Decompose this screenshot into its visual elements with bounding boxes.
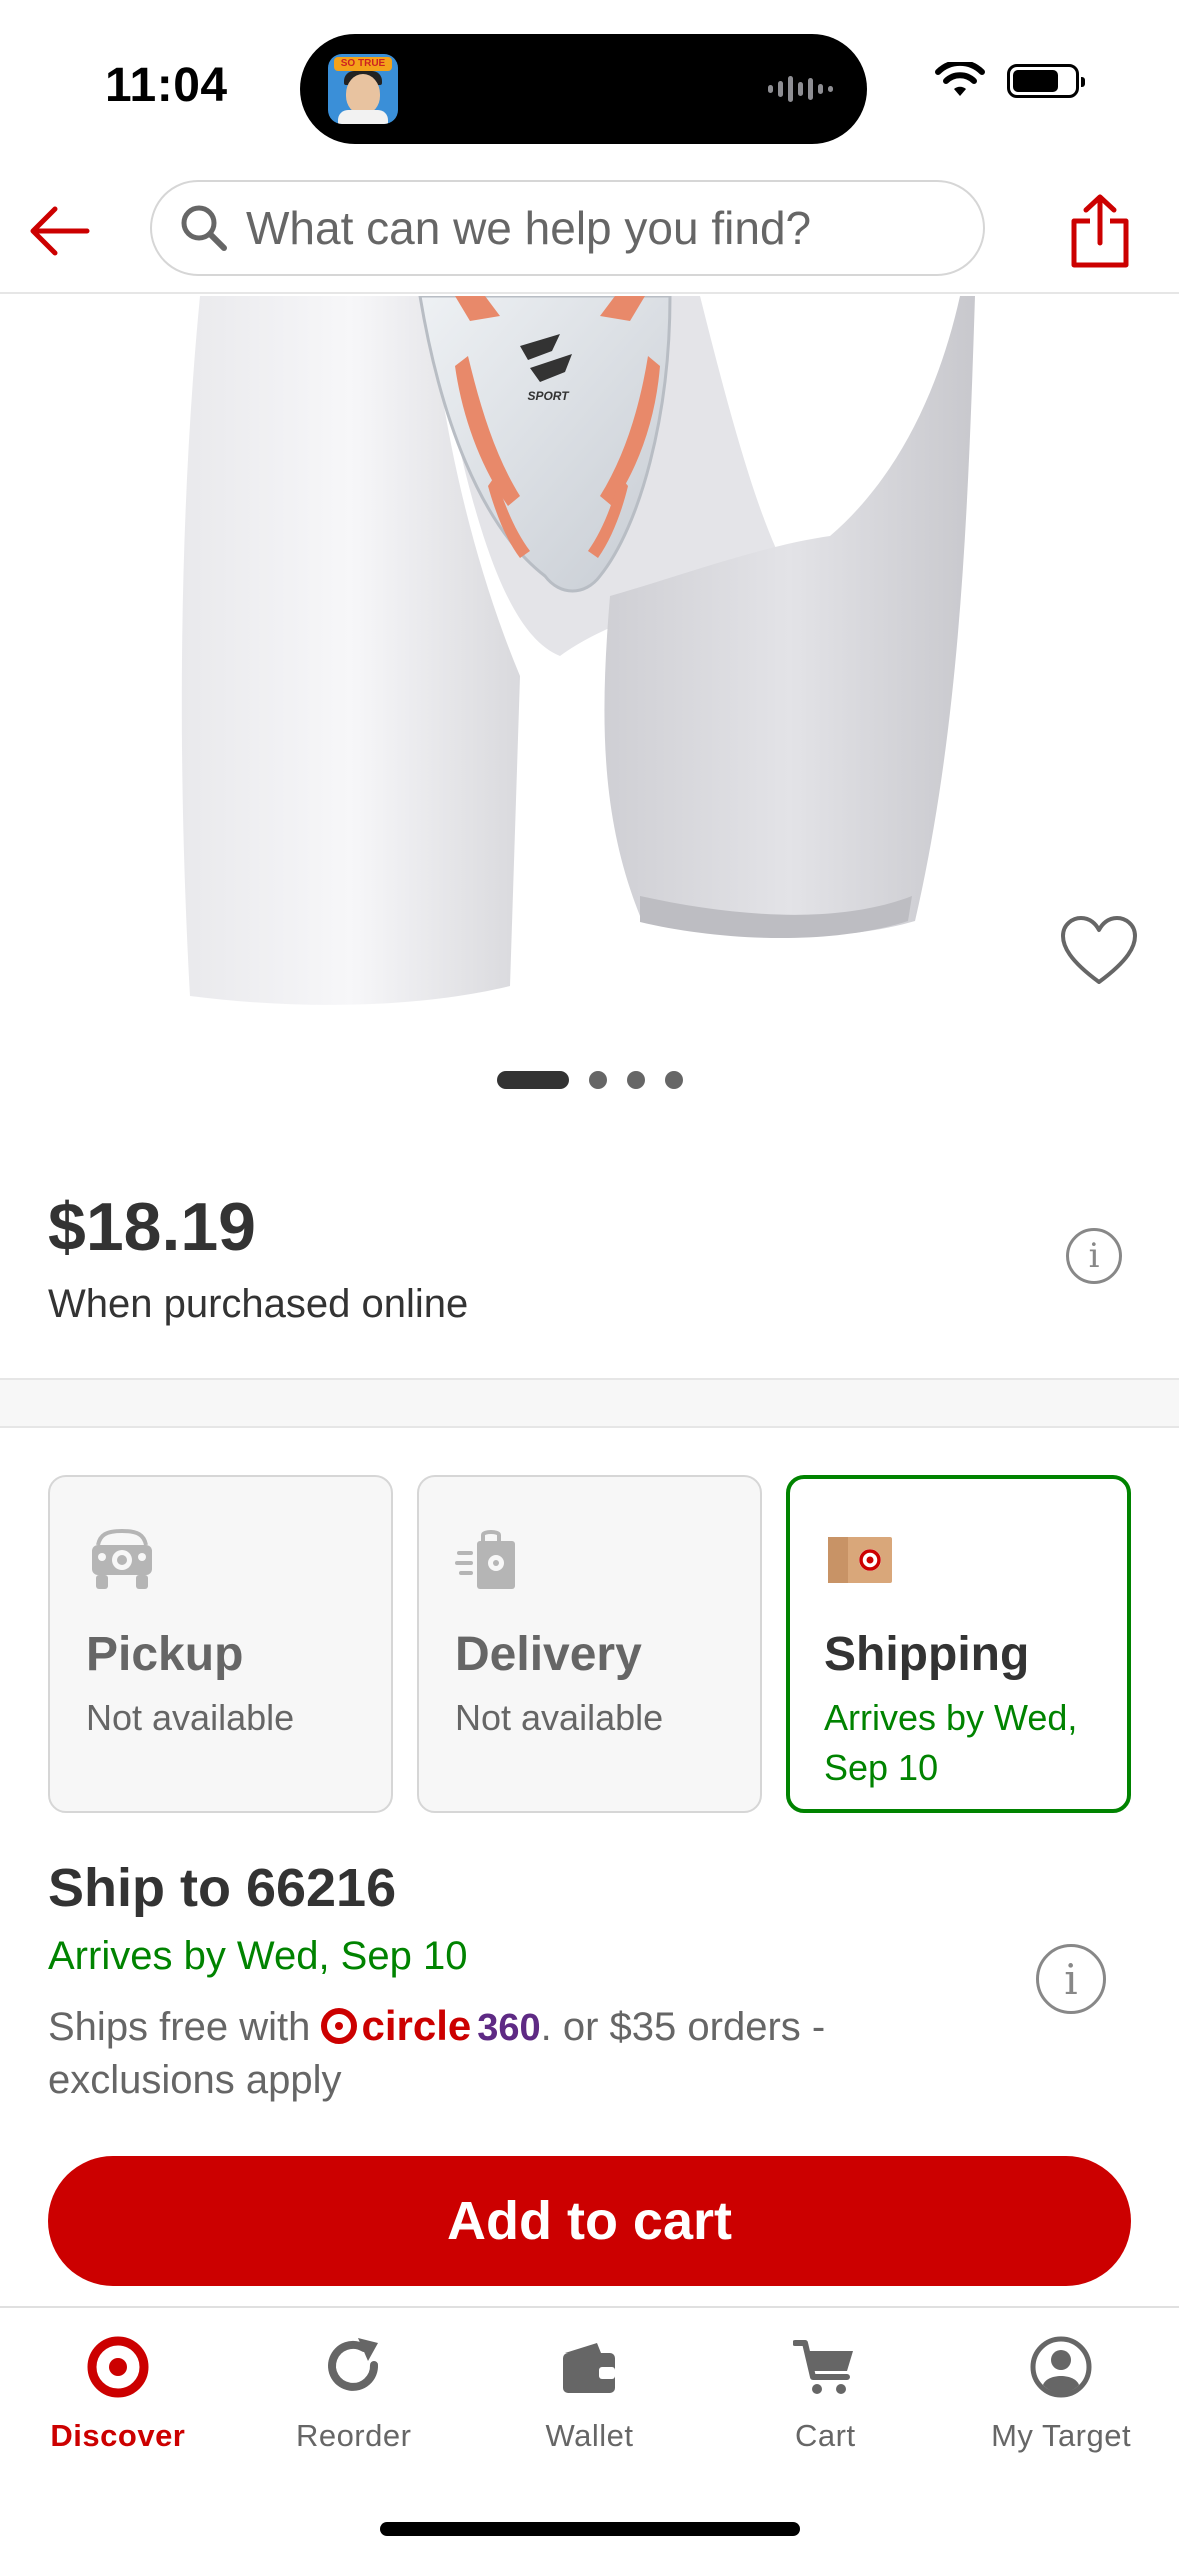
fulfillment-card-pickup[interactable]: Pickup Not available [48, 1475, 393, 1813]
free-shipping-note: Ships free with circle 360. or $35 orders… [48, 2000, 948, 2106]
ship-to-heading[interactable]: Ship to 66216 [48, 1857, 396, 1919]
live-activity-avatar: SO TRUE [328, 54, 398, 124]
add-to-cart-button[interactable]: Add to cart [48, 2156, 1131, 2286]
tab-wallet[interactable]: Wallet [472, 2308, 708, 2468]
tab-my-target[interactable]: My Target [943, 2308, 1179, 2468]
fulfillment-status: Not available [455, 1697, 664, 1738]
search-icon [176, 200, 232, 256]
price-note: When purchased online [48, 1282, 469, 1326]
tab-label: Cart [795, 2418, 856, 2453]
cart-icon [793, 2340, 854, 2394]
dynamic-island[interactable]: SO TRUE [300, 34, 867, 144]
status-time: 11:04 [105, 59, 228, 112]
back-button[interactable] [24, 196, 94, 266]
tab-label: Wallet [545, 2418, 634, 2453]
home-indicator[interactable] [380, 2522, 800, 2536]
carousel-indicator[interactable] [0, 1071, 1179, 1089]
wallet-icon [563, 2343, 616, 2393]
fulfillment-title: Delivery [455, 1628, 642, 1681]
back-arrow-icon [30, 206, 90, 256]
fulfillment-title: Pickup [86, 1628, 244, 1681]
search-input[interactable] [246, 201, 946, 255]
reorder-icon [327, 2338, 378, 2391]
circle-logo-number: 360 [477, 2007, 541, 2049]
tab-label: My Target [991, 2418, 1132, 2453]
section-divider [0, 1378, 1179, 1428]
delivery-bag-icon [455, 1530, 515, 1589]
product-logo-text: SPORT [527, 389, 570, 403]
fulfillment-card-delivery[interactable]: Delivery Not available [417, 1475, 762, 1813]
fulfillment-status: Not available [86, 1697, 295, 1738]
carousel-dot-4[interactable] [664, 1071, 683, 1089]
circle-360-logo: circle 360 [321, 2000, 541, 2054]
price-info-icon[interactable]: i [1066, 1228, 1122, 1284]
account-icon [1030, 2336, 1092, 2398]
top-nav-bar [0, 170, 1179, 294]
fulfillment-card-shipping[interactable]: Shipping Arrives by Wed, Sep 10 [786, 1475, 1131, 1813]
fulfillment-options: Pickup Not available Delivery Not availa… [48, 1475, 1131, 1813]
island-badge: SO TRUE [334, 57, 392, 71]
status-bar: 11:04 SO TRUE [0, 0, 1179, 170]
ship-arrival-date: Arrives by Wed, Sep 10 [48, 1934, 468, 1978]
search-bar[interactable] [150, 180, 985, 276]
share-icon [1071, 194, 1129, 268]
share-button[interactable] [1059, 188, 1141, 274]
free-shipping-prefix: Ships free with [48, 2005, 311, 2049]
battery-icon [1007, 64, 1085, 98]
bottom-tab-bar: Discover Reorder Wallet Cart My Target [0, 2306, 1179, 2556]
audio-waveform-icon [768, 74, 833, 104]
fulfillment-status: Arrives by Wed, Sep 10 [824, 1697, 1078, 1788]
tab-cart[interactable]: Cart [707, 2308, 943, 2468]
fulfillment-title: Shipping [824, 1628, 1030, 1681]
tab-reorder[interactable]: Reorder [236, 2308, 472, 2468]
tab-label: Reorder [295, 2418, 412, 2453]
shipping-box-icon [828, 1537, 892, 1583]
wifi-icon [935, 62, 985, 96]
favorite-button[interactable] [1059, 914, 1139, 988]
tab-discover[interactable]: Discover [0, 2308, 236, 2468]
product-image-carousel[interactable]: SPORT [0, 296, 1179, 1026]
carousel-dot-2[interactable] [588, 1071, 607, 1089]
product-price: $18.19 [48, 1189, 256, 1265]
target-circle-icon [321, 2008, 358, 2044]
status-icons [935, 62, 1085, 100]
heart-icon [1061, 916, 1137, 984]
product-image: SPORT [181, 296, 975, 1005]
carousel-dot-1[interactable] [496, 1071, 569, 1089]
tab-label: Discover [50, 2418, 186, 2453]
shipping-info-icon[interactable]: i [1036, 1944, 1106, 2014]
car-icon [92, 1528, 152, 1589]
target-bullseye-icon [87, 2336, 149, 2398]
carousel-dot-3[interactable] [626, 1071, 645, 1089]
circle-logo-word: circle [361, 2002, 472, 2049]
